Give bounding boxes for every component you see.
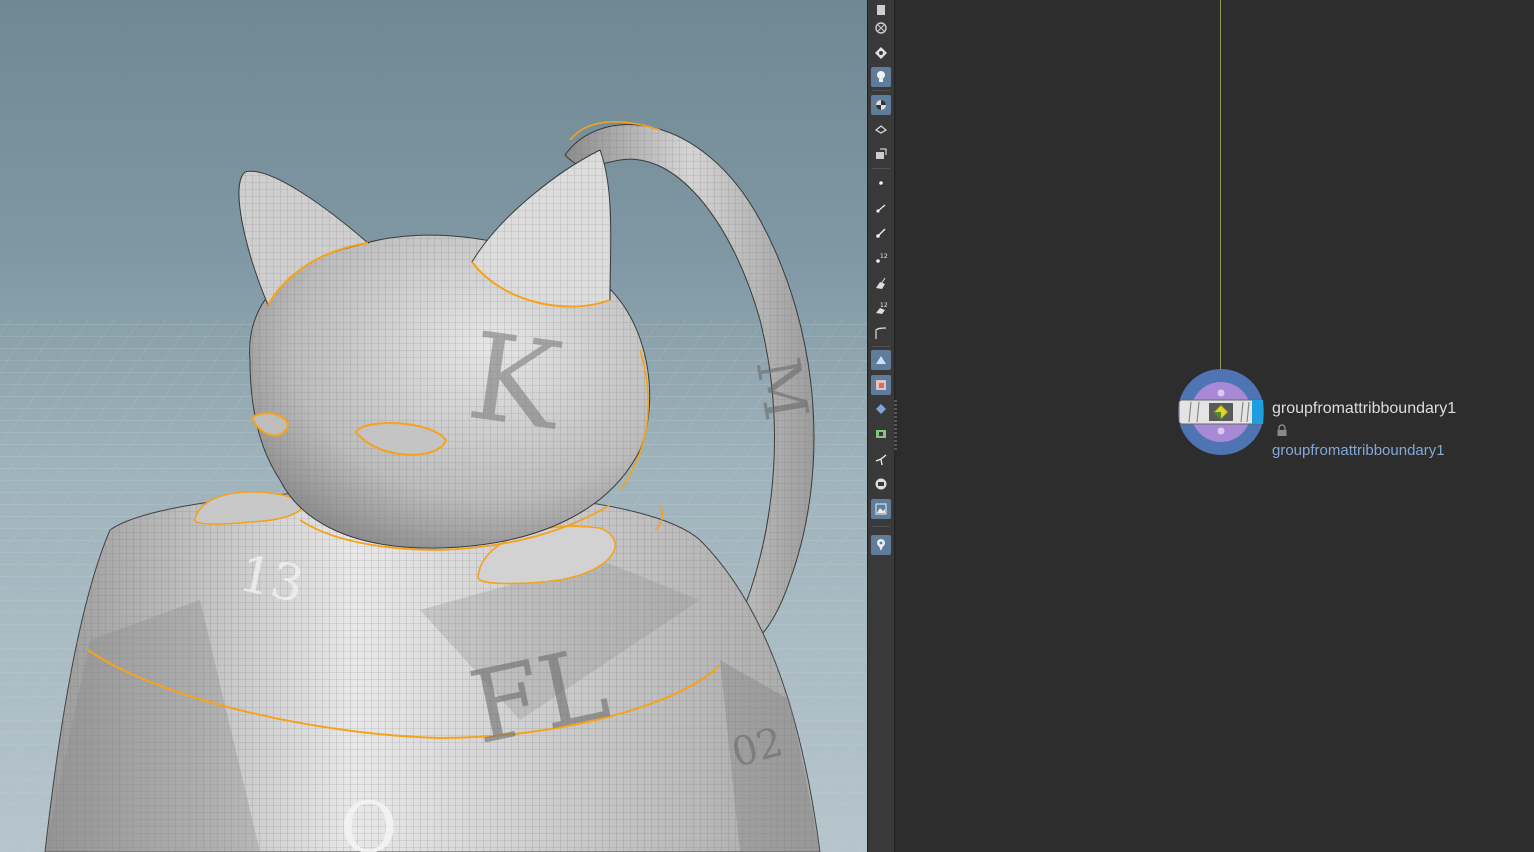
houdini-window: K 13 FL 02 M O 12 12 groupfromattribboun…: [0, 0, 1534, 852]
uv-boundary-icon[interactable]: [871, 424, 891, 444]
svg-text:12: 12: [880, 253, 888, 260]
network-editor[interactable]: groupfromattribboundary1 groupfromattrib…: [897, 0, 1534, 852]
material-display-icon[interactable]: [871, 144, 891, 164]
pin-viewport-icon[interactable]: [871, 535, 891, 555]
primitive-normals-icon[interactable]: [871, 273, 891, 293]
vertex-display-icon[interactable]: [871, 399, 891, 419]
point-markers-icon[interactable]: [871, 223, 891, 243]
background-image-icon[interactable]: [871, 499, 891, 519]
svg-text:12: 12: [880, 302, 888, 309]
primitive-numbers-icon[interactable]: 12: [871, 298, 891, 318]
uv-backface-icon[interactable]: [871, 350, 891, 370]
node-name-label[interactable]: groupfromattribboundary1: [1272, 400, 1456, 418]
node-shape: [1178, 369, 1264, 455]
viewport-display-toolbar: 12 12: [867, 0, 895, 852]
lock-icon: [1277, 424, 1287, 436]
display-options-icon[interactable]: [871, 0, 891, 20]
svg-text:M: M: [741, 353, 821, 426]
ghost-objects-icon[interactable]: [871, 18, 891, 38]
svg-text:O: O: [340, 787, 397, 852]
guide-display-icon[interactable]: [871, 119, 891, 139]
scene-viewport[interactable]: K 13 FL 02 M O: [0, 0, 867, 852]
groupfromattribboundary-node[interactable]: [1177, 369, 1265, 457]
hull-display-icon[interactable]: [871, 323, 891, 343]
node-comment-label: groupfromattribboundary1: [1272, 442, 1445, 459]
light-bulb-icon[interactable]: [871, 67, 891, 87]
uv-overlap-icon[interactable]: [871, 375, 891, 395]
handle-display-icon[interactable]: [871, 449, 891, 469]
isolate-icon[interactable]: [871, 474, 891, 494]
shading-mode-icon[interactable]: [871, 43, 891, 63]
point-normals-icon[interactable]: [871, 198, 891, 218]
node-input-wire: [1220, 0, 1221, 372]
texture-display-icon[interactable]: [871, 95, 891, 115]
viewport-render: K 13 FL 02 M O: [0, 121, 867, 852]
point-display-icon[interactable]: [871, 173, 891, 193]
point-numbers-icon[interactable]: 12: [871, 248, 891, 268]
